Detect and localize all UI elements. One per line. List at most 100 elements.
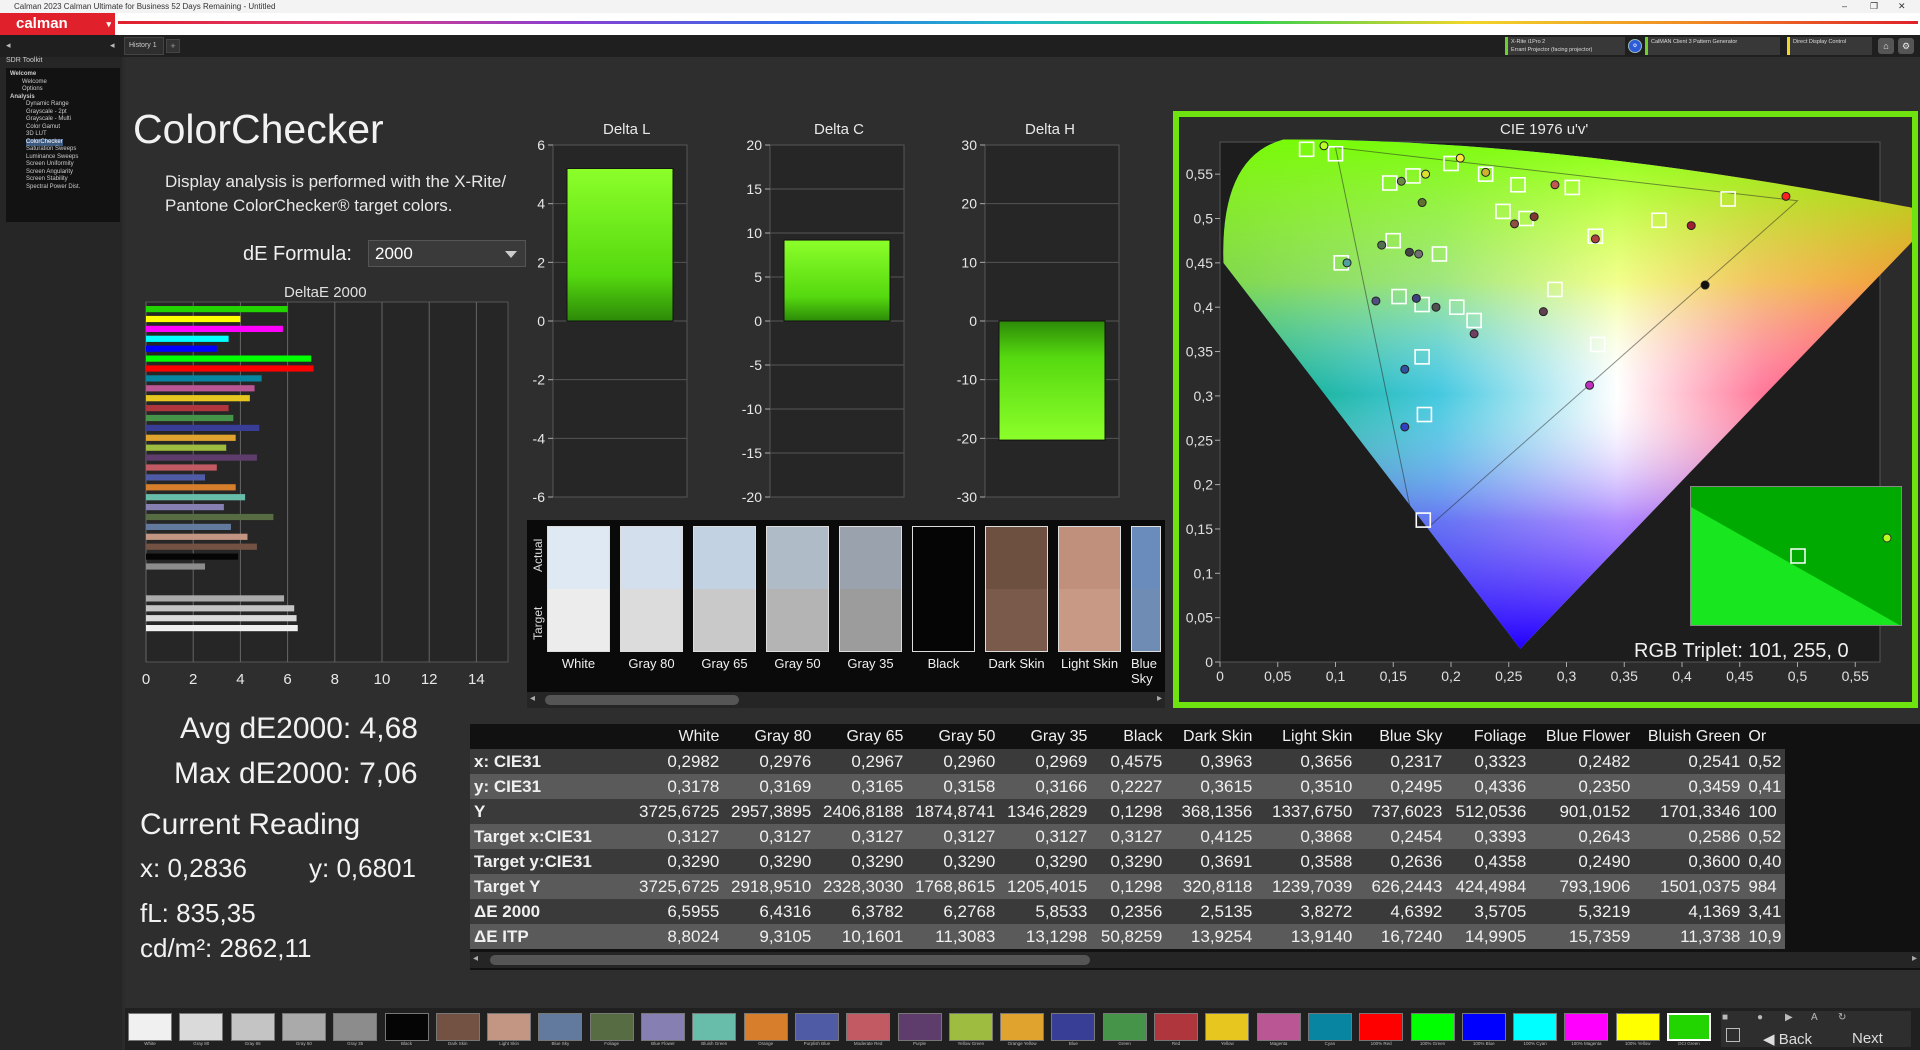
scroll-right-icon[interactable]: ▸ [1157,693,1162,704]
tree-item-grayscale-2pt[interactable]: Grayscale - 2pt [10,109,116,117]
tree-item-options[interactable]: Options [10,86,116,94]
swatch-pair[interactable] [1058,526,1121,652]
scroll-left-icon[interactable]: ◂ [530,693,535,704]
tree-item-screen-uniformity[interactable]: Screen Uniformity [10,161,116,169]
tree-item-3d-lut[interactable]: 3D LUT [10,131,116,139]
table-cell: 0,3510 [1256,774,1357,799]
patch-button[interactable] [281,1013,326,1041]
scroll-right-icon[interactable]: ▸ [1912,953,1917,964]
tab-history[interactable]: History 1 [124,37,164,55]
patch-button[interactable] [641,1013,685,1041]
patch-button[interactable] [1667,1013,1711,1041]
scroll-left-icon[interactable]: ◂ [473,953,478,964]
target-swatch [913,589,974,651]
patch-button[interactable] [897,1013,942,1041]
meter-settings-icon[interactable]: ⚙ [1628,39,1642,53]
patch-button[interactable] [538,1013,583,1041]
meter-selector[interactable]: X-Rite i1Pro 2 Errant Projector (facing … [1505,37,1625,55]
add-tab-icon[interactable]: + [166,39,180,53]
patch-button[interactable] [384,1013,429,1041]
table-scroll-thumb[interactable] [490,955,1090,965]
patch-button[interactable] [1564,1013,1609,1041]
tree-item-analysis-group[interactable]: Analysis [10,94,116,102]
tree-item-spectral-power[interactable]: Spectral Power Dist. [10,184,116,192]
patch-button[interactable] [1102,1013,1147,1041]
patch-button[interactable] [1615,1013,1660,1041]
swatch-pair[interactable] [912,526,975,652]
record-icon[interactable]: ● [1757,1012,1763,1023]
maximize-icon[interactable]: ❐ [1870,0,1878,13]
page-description-line-1: Display analysis is performed with the X… [165,172,507,191]
deltae-bar [146,553,239,560]
tree-item-screen-angularity[interactable]: Screen Angularity [10,169,116,177]
close-icon[interactable]: ✕ [1898,0,1906,13]
patch-button[interactable] [948,1013,993,1041]
patch-button[interactable] [1051,1013,1096,1041]
continuous-icon[interactable] [1726,1028,1740,1042]
patch-button[interactable] [1513,1013,1558,1041]
patch-label: Yellow Green [957,1041,985,1046]
tree-item-grayscale-multi[interactable]: Grayscale - Multi [10,116,116,124]
minimize-icon[interactable]: – [1842,0,1847,13]
tree-item-saturation-sweeps[interactable]: Saturation Sweeps [10,146,116,154]
patch-button[interactable] [1461,1013,1506,1041]
patch-button[interactable] [1410,1013,1455,1041]
back-button[interactable]: ◀ Back [1763,1030,1812,1048]
patch-button[interactable] [487,1013,532,1041]
swatch-pair[interactable] [839,526,902,652]
patch-button[interactable] [589,1013,634,1041]
display-control-selector[interactable]: Direct Display Control [1787,37,1872,55]
patch-button[interactable] [794,1013,839,1041]
swatch-scrollbar[interactable]: ◂ ▸ [527,692,1165,708]
patch-button[interactable] [179,1013,224,1041]
swatch-pair[interactable] [985,526,1048,652]
swatch-pair[interactable] [547,526,610,652]
swatch-pair[interactable] [1131,526,1161,652]
table-row: ΔE 2000 6,5955 6,4316 6,3782 6,2768 5,8533 0,2… [470,899,1786,924]
tree-item-colorchecker[interactable]: ColorChecker [26,138,63,146]
de-formula-select[interactable]: 2000 [368,240,526,267]
swatch-pair[interactable] [693,526,756,652]
swatch-pair[interactable] [620,526,683,652]
table-cell: 0,3127 [999,824,1092,849]
patch-button[interactable] [1205,1013,1250,1041]
patch-label: Green [1118,1041,1131,1046]
patch-button[interactable] [1154,1013,1198,1041]
patch-button[interactable] [846,1013,891,1041]
patch-button[interactable] [692,1013,737,1041]
play-icon[interactable]: ▶ [1785,1012,1793,1023]
patch-button[interactable] [333,1013,378,1041]
table-cell: 0,2643 [1530,824,1635,849]
sidebar-collapse-icon[interactable]: ◂ [6,40,11,51]
swatch-pair[interactable] [766,526,829,652]
tree-item-welcome-group[interactable]: Welcome [10,71,116,79]
pattern-generator-selector[interactable]: CalMAN Client 3 Pattern Generator [1645,37,1780,55]
table-scrollbar[interactable]: ◂ ▸ [470,952,1920,968]
stop-icon[interactable]: ■ [1722,1012,1728,1023]
panel-arrow-icon[interactable]: ◂ [110,40,115,51]
tree-item-luminance-sweeps[interactable]: Luminance Sweeps [10,154,116,162]
patch-button[interactable] [435,1013,480,1041]
home-icon[interactable]: ⌂ [1878,38,1894,54]
measured-marker [1590,234,1600,244]
auto-icon[interactable]: A [1811,1012,1818,1023]
tree-item-dynamic-range[interactable]: Dynamic Range [10,101,116,109]
next-button[interactable]: Next [1852,1030,1883,1047]
patch-button[interactable] [1307,1013,1352,1041]
patch-button[interactable] [1256,1013,1301,1041]
tree-item-welcome[interactable]: Welcome [10,79,116,87]
table-cell: 4,1369 [1634,899,1745,924]
cie-y-tick-label: 0,5 [1194,211,1214,227]
settings-icon[interactable]: ⚙ [1898,38,1914,54]
patch-button[interactable] [743,1013,788,1041]
swatch-scroll-thumb[interactable] [545,695,739,705]
patch-button[interactable] [128,1013,172,1041]
patch-button[interactable] [1359,1013,1404,1041]
app-logo[interactable]: calman ▾ [0,13,115,35]
chevron-down-icon[interactable]: ▾ [106,13,111,35]
patch-button[interactable] [1000,1013,1045,1041]
refresh-icon[interactable]: ↻ [1838,1012,1846,1023]
tree-item-color-gamut[interactable]: Color Gamut [10,124,116,132]
patch-button[interactable] [230,1013,275,1041]
tree-item-screen-stability[interactable]: Screen Stability [10,176,116,184]
